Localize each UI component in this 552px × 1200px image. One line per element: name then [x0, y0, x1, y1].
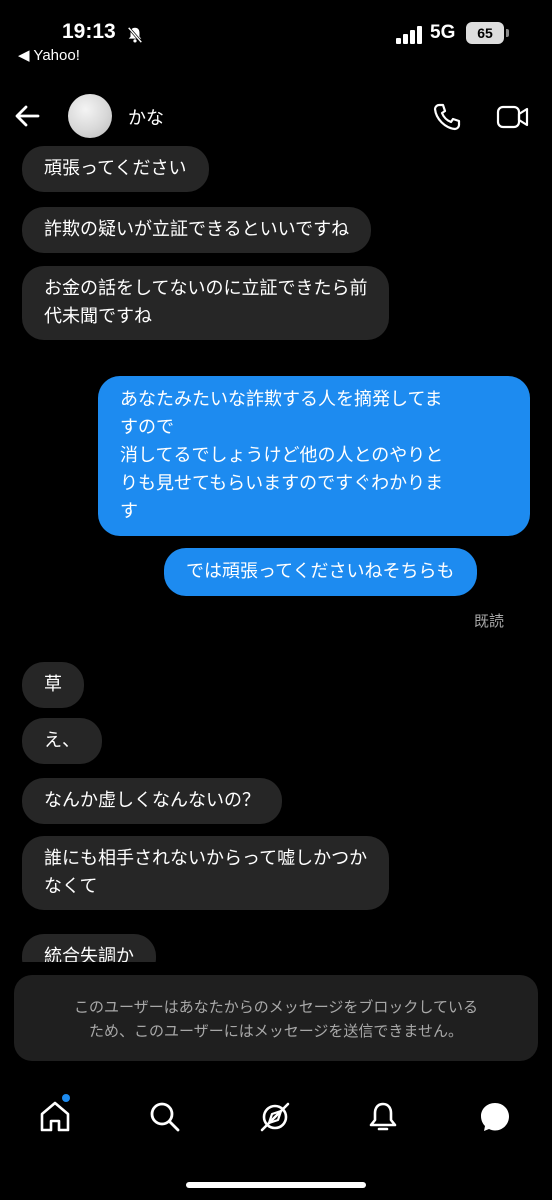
video-call-icon[interactable]: [496, 102, 530, 132]
contact-name[interactable]: かな: [128, 104, 164, 130]
outgoing-message[interactable]: では頑張ってくださいねそちらも: [164, 548, 477, 596]
incoming-message[interactable]: 統合失調か: [22, 934, 156, 962]
blocked-notice: このユーザーはあなたからのメッセージをブロックしている ため、このユーザーにはメ…: [14, 975, 538, 1061]
messages-icon[interactable]: [478, 1100, 512, 1134]
message-list[interactable]: 頑張ってください 詐欺の疑いが立証できるといいですね お金の話をしてないのに立証…: [0, 140, 552, 962]
incoming-message[interactable]: お金の話をしてないのに立証できたら前 代未聞ですね: [22, 266, 390, 340]
chat-header: かな: [0, 88, 552, 144]
battery-indicator: 65: [466, 22, 504, 44]
status-bar: 19:13 ◀ Yahoo! 5G 65: [0, 0, 552, 75]
clock: 19:13: [62, 20, 116, 43]
incoming-message[interactable]: え、: [22, 718, 102, 764]
incoming-message[interactable]: 詐欺の疑いが立証できるといいですね: [22, 207, 372, 253]
network-type: 5G: [430, 22, 456, 43]
incoming-message[interactable]: 草: [22, 662, 84, 708]
incoming-message[interactable]: 誰にも相手されないからって嘘しかつか なくて: [22, 836, 390, 910]
blocked-notice-text: このユーザーはあなたからのメッセージをブロックしている ため、このユーザーにはメ…: [74, 998, 478, 1040]
battery-tip: [506, 29, 509, 37]
read-receipt: 既読: [474, 612, 505, 630]
home-icon[interactable]: [38, 1100, 72, 1134]
notifications-icon[interactable]: [366, 1100, 400, 1134]
phone-call-icon[interactable]: [432, 102, 462, 132]
silent-bell-icon: [127, 26, 143, 44]
home-indicator: [186, 1182, 366, 1188]
bottom-nav: [0, 1090, 552, 1150]
back-to-app-link[interactable]: ◀ Yahoo!: [18, 46, 80, 64]
incoming-message[interactable]: なんか虚しくなんないの？: [22, 778, 282, 824]
avatar[interactable]: [68, 94, 112, 138]
search-icon[interactable]: [148, 1100, 182, 1134]
outgoing-message[interactable]: あなたみたいな詐欺する人を摘発してま すので 消してるでしょうけど他の人とのやり…: [98, 376, 530, 536]
back-arrow-icon[interactable]: [14, 102, 42, 130]
incoming-message[interactable]: 頑張ってください: [22, 146, 209, 192]
explore-icon[interactable]: [258, 1100, 292, 1134]
cellular-signal-icon: [396, 26, 422, 44]
